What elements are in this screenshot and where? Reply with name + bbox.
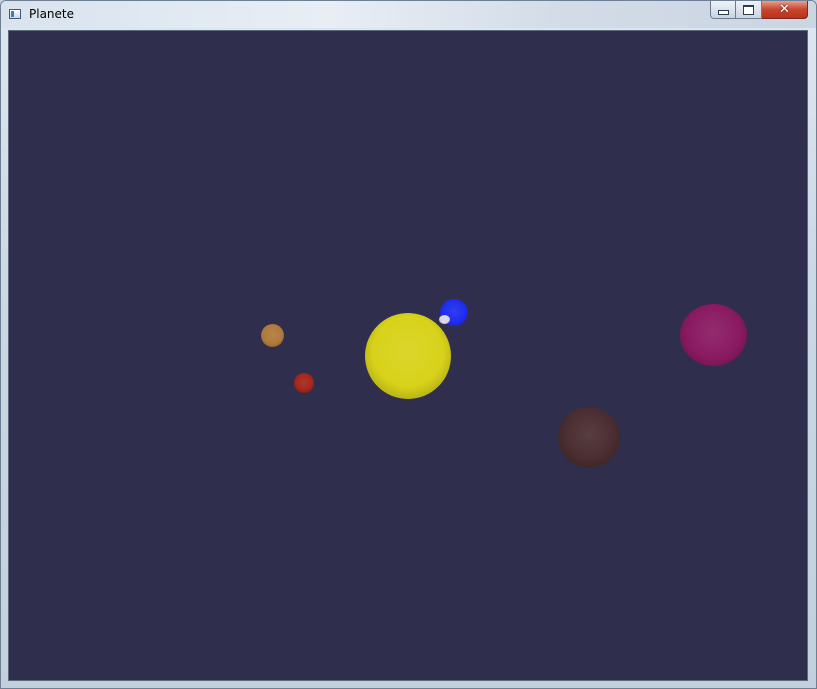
moon — [439, 315, 450, 324]
sun — [365, 313, 451, 399]
render-canvas[interactable] — [8, 30, 808, 681]
mars — [294, 373, 314, 393]
mercury — [261, 324, 284, 347]
window-title: Planete — [29, 7, 74, 21]
app-window: Planete ✕ — [0, 0, 817, 689]
maximize-button[interactable] — [736, 1, 762, 19]
window-controls: ✕ — [710, 1, 808, 20]
close-icon: ✕ — [779, 2, 790, 17]
close-button[interactable]: ✕ — [762, 1, 808, 19]
maximize-icon — [743, 4, 754, 15]
minimize-icon — [717, 10, 729, 15]
magenta-planet — [680, 304, 747, 366]
title-bar[interactable]: Planete ✕ — [1, 1, 816, 28]
minimize-button[interactable] — [710, 1, 736, 19]
brown-planet — [558, 407, 620, 468]
app-window-icon[interactable] — [9, 9, 21, 19]
